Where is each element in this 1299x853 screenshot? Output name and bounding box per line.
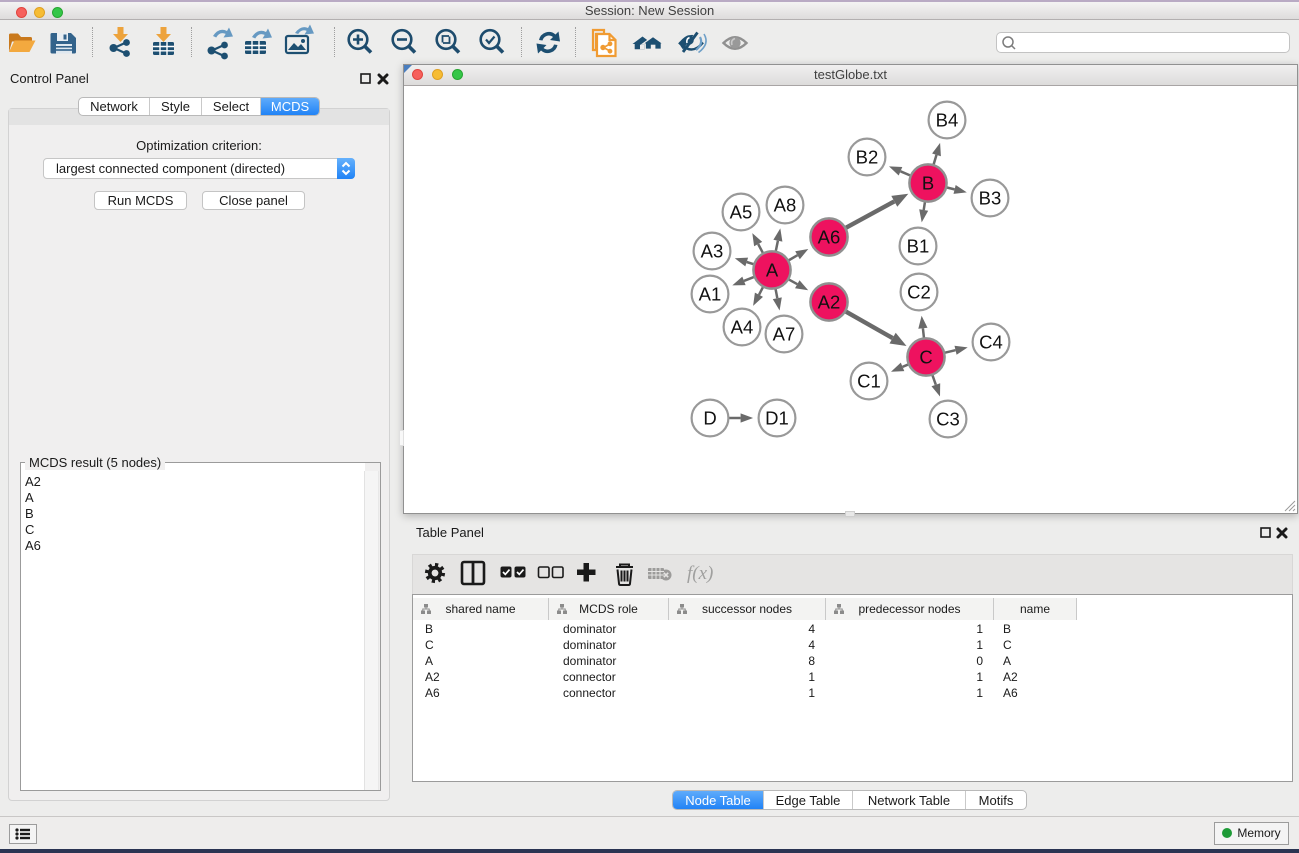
svg-text:f(x): f(x): [687, 563, 713, 584]
svg-text:A1: A1: [699, 284, 722, 305]
svg-text:A3: A3: [701, 241, 724, 262]
svg-text:A6: A6: [818, 227, 841, 248]
svg-text:C4: C4: [979, 332, 1003, 353]
svg-text:A: A: [766, 260, 779, 281]
svg-text:B3: B3: [979, 188, 1002, 209]
svg-text:D1: D1: [765, 408, 789, 429]
svg-text:C2: C2: [907, 282, 931, 303]
svg-text:A7: A7: [773, 324, 796, 345]
svg-text:A2: A2: [818, 292, 841, 313]
svg-text:B2: B2: [856, 147, 879, 168]
svg-text:A8: A8: [774, 195, 797, 216]
svg-text:D: D: [703, 408, 716, 429]
svg-text:B: B: [922, 173, 934, 194]
svg-text:B1: B1: [907, 236, 930, 257]
svg-text:C: C: [919, 347, 932, 368]
svg-text:C3: C3: [936, 409, 960, 430]
svg-text:A5: A5: [730, 202, 753, 223]
svg-text:C1: C1: [857, 371, 881, 392]
svg-text:B4: B4: [936, 110, 959, 131]
svg-text:A4: A4: [731, 317, 754, 338]
